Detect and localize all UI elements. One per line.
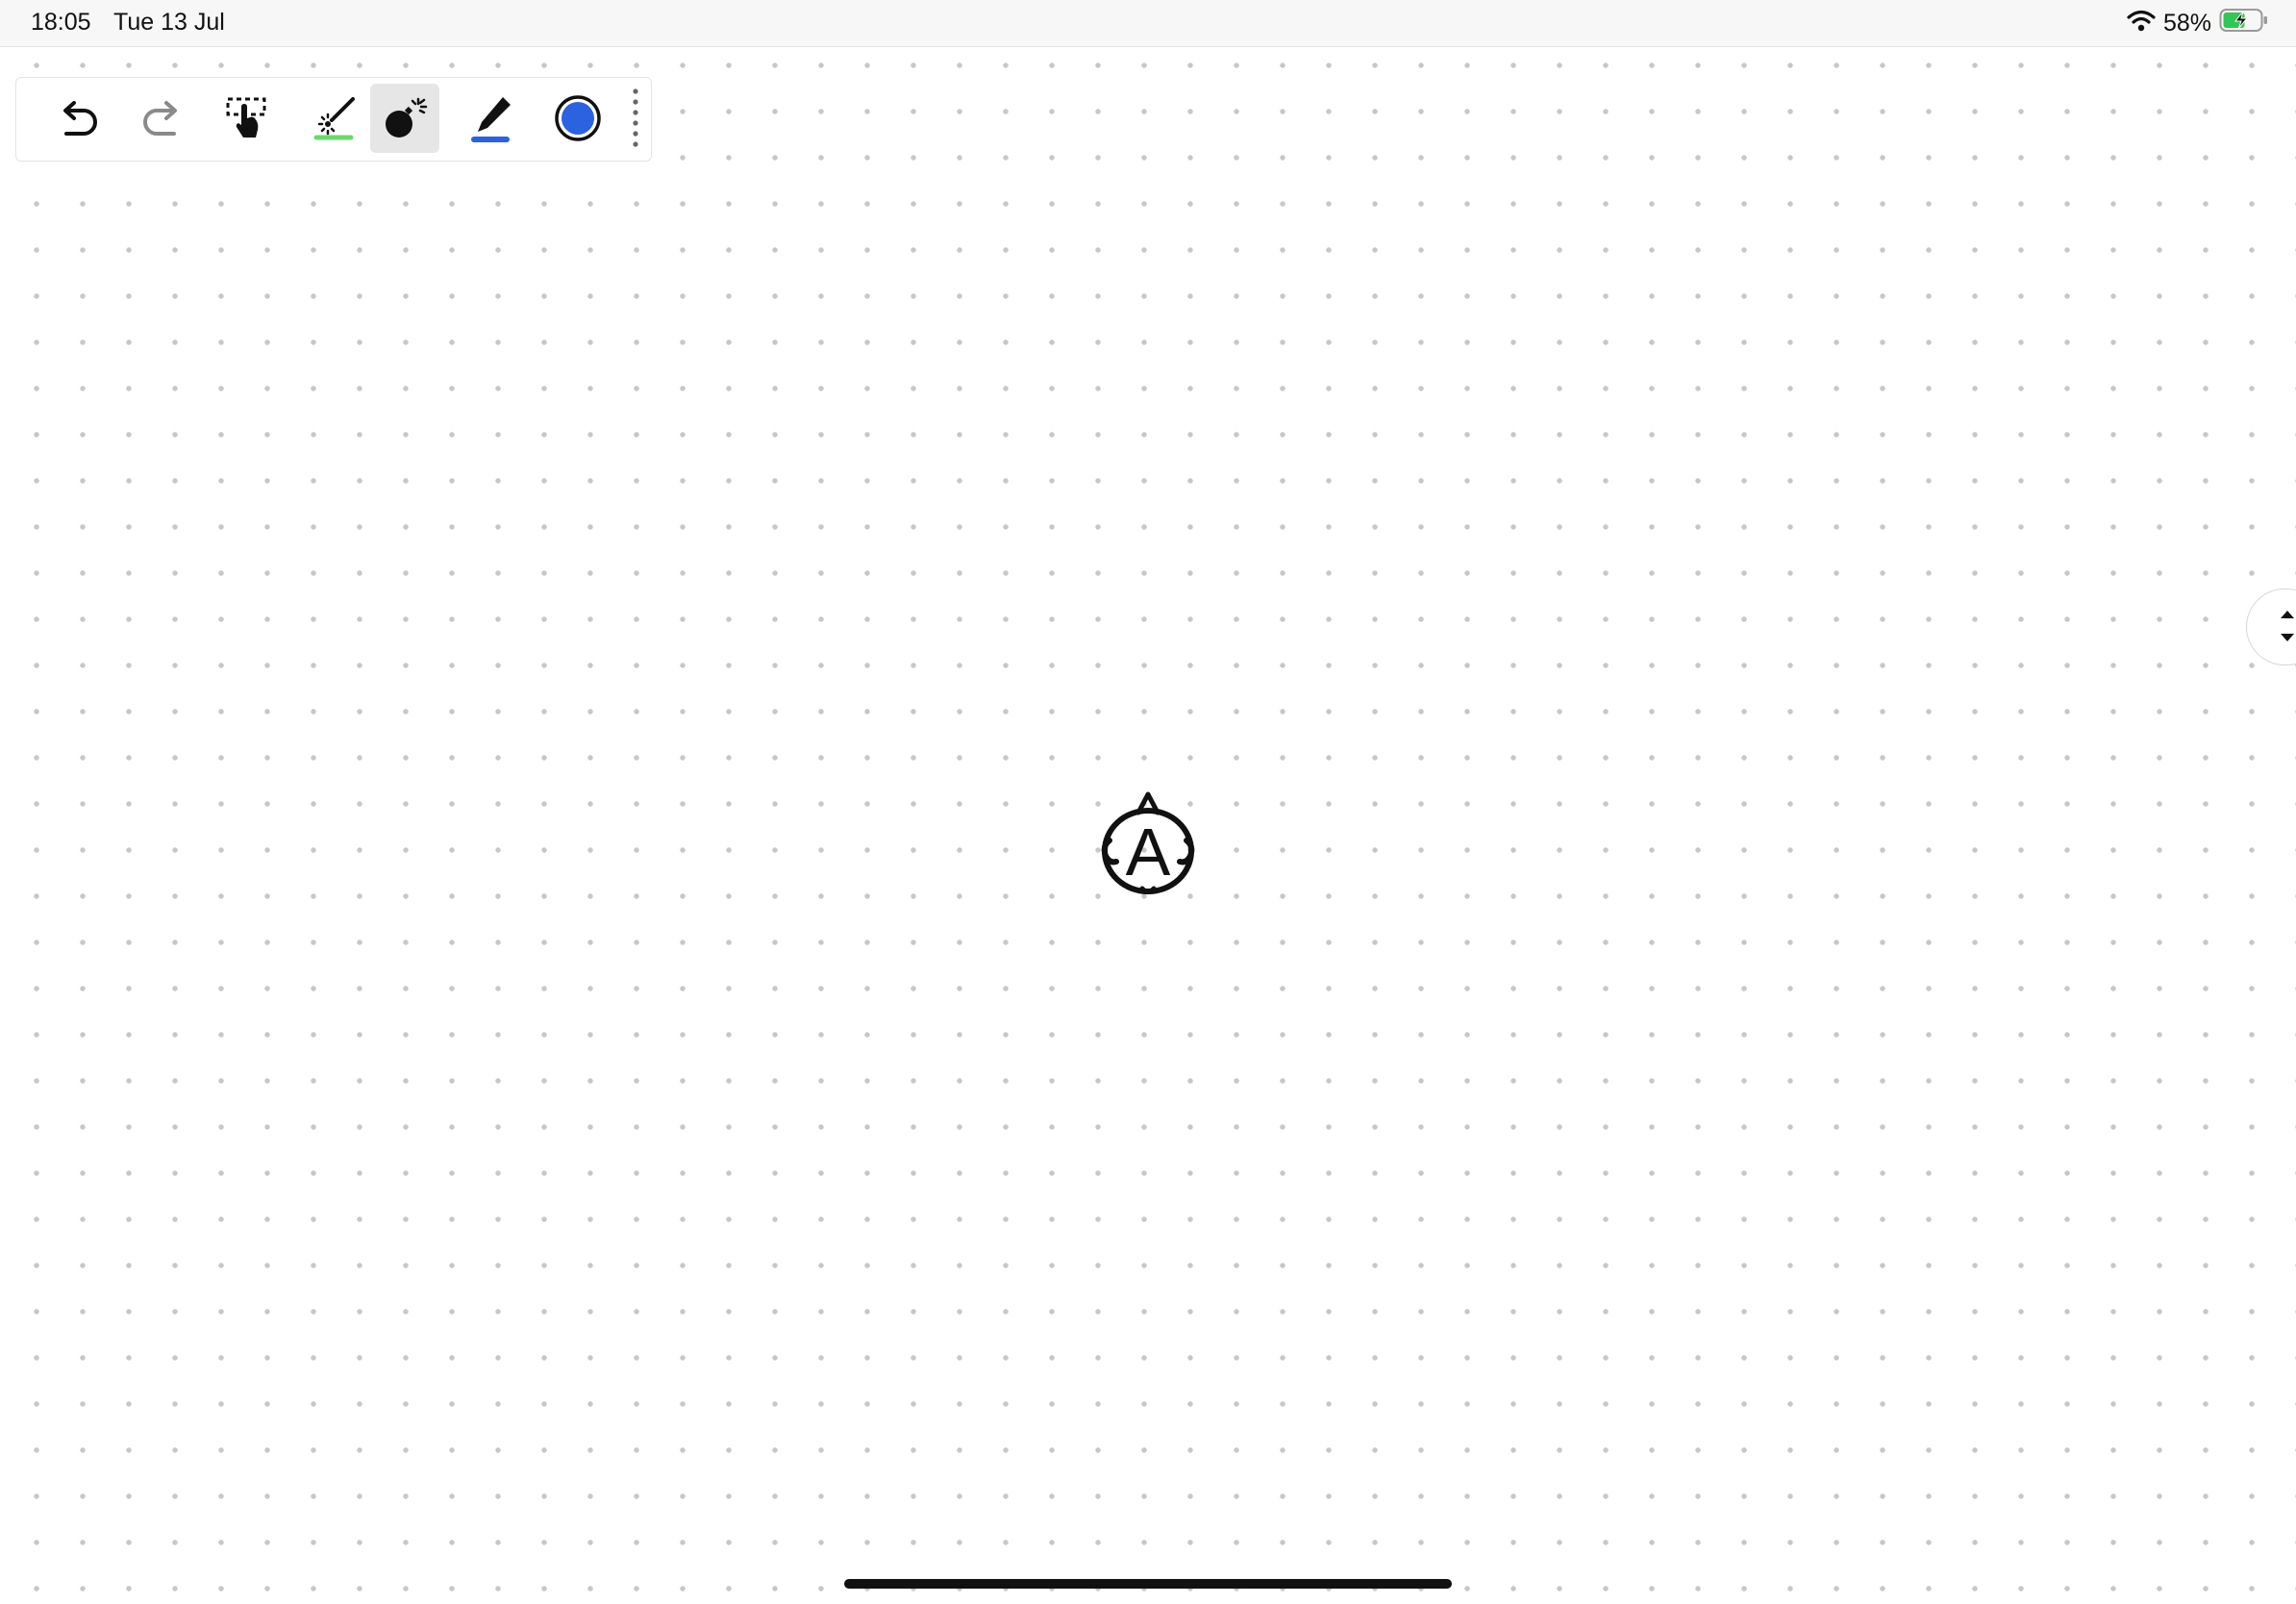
grip-dots-icon: [633, 88, 638, 147]
laser-pointer-button[interactable]: [301, 84, 370, 153]
toolbar-drag-handle[interactable]: [632, 88, 639, 151]
scroll-up-down-icon: [2281, 611, 2294, 641]
status-date: Tue 13 Jul: [113, 9, 225, 36]
pen-tool-button[interactable]: [457, 84, 526, 153]
laser-pointer-icon: [313, 97, 355, 140]
status-bar: 18:05 Tue 13 Jul 58%: [0, 0, 2296, 47]
drawing-toolbar: [15, 77, 652, 162]
lasso-select-hand-icon: [226, 97, 266, 138]
redo-arrow-icon: [143, 101, 177, 136]
home-indicator[interactable]: [844, 1579, 1452, 1589]
status-time: 18:05: [31, 9, 91, 36]
hand-drawn-symbol: A: [1086, 787, 1211, 912]
drawing-letter: A: [1126, 815, 1171, 890]
battery-charging-icon: [2219, 8, 2269, 39]
bomb-icon: [386, 97, 428, 138]
color-swatch-icon: [555, 95, 601, 141]
page-scroll-handle[interactable]: [2246, 589, 2296, 665]
battery-percent: 58%: [2162, 10, 2211, 37]
status-indicators: 58%: [2127, 8, 2269, 39]
undo-arrow-icon: [63, 101, 97, 136]
undo-button[interactable]: [43, 84, 112, 153]
marker-pen-icon: [471, 97, 511, 142]
select-tool-button[interactable]: [212, 84, 282, 153]
anarchy-symbol-sketch-icon: A: [1101, 791, 1195, 894]
color-picker-button[interactable]: [543, 84, 612, 153]
redo-button[interactable]: [128, 84, 197, 153]
wifi-icon: [2127, 9, 2156, 38]
bomb-tool-button[interactable]: [370, 84, 439, 153]
